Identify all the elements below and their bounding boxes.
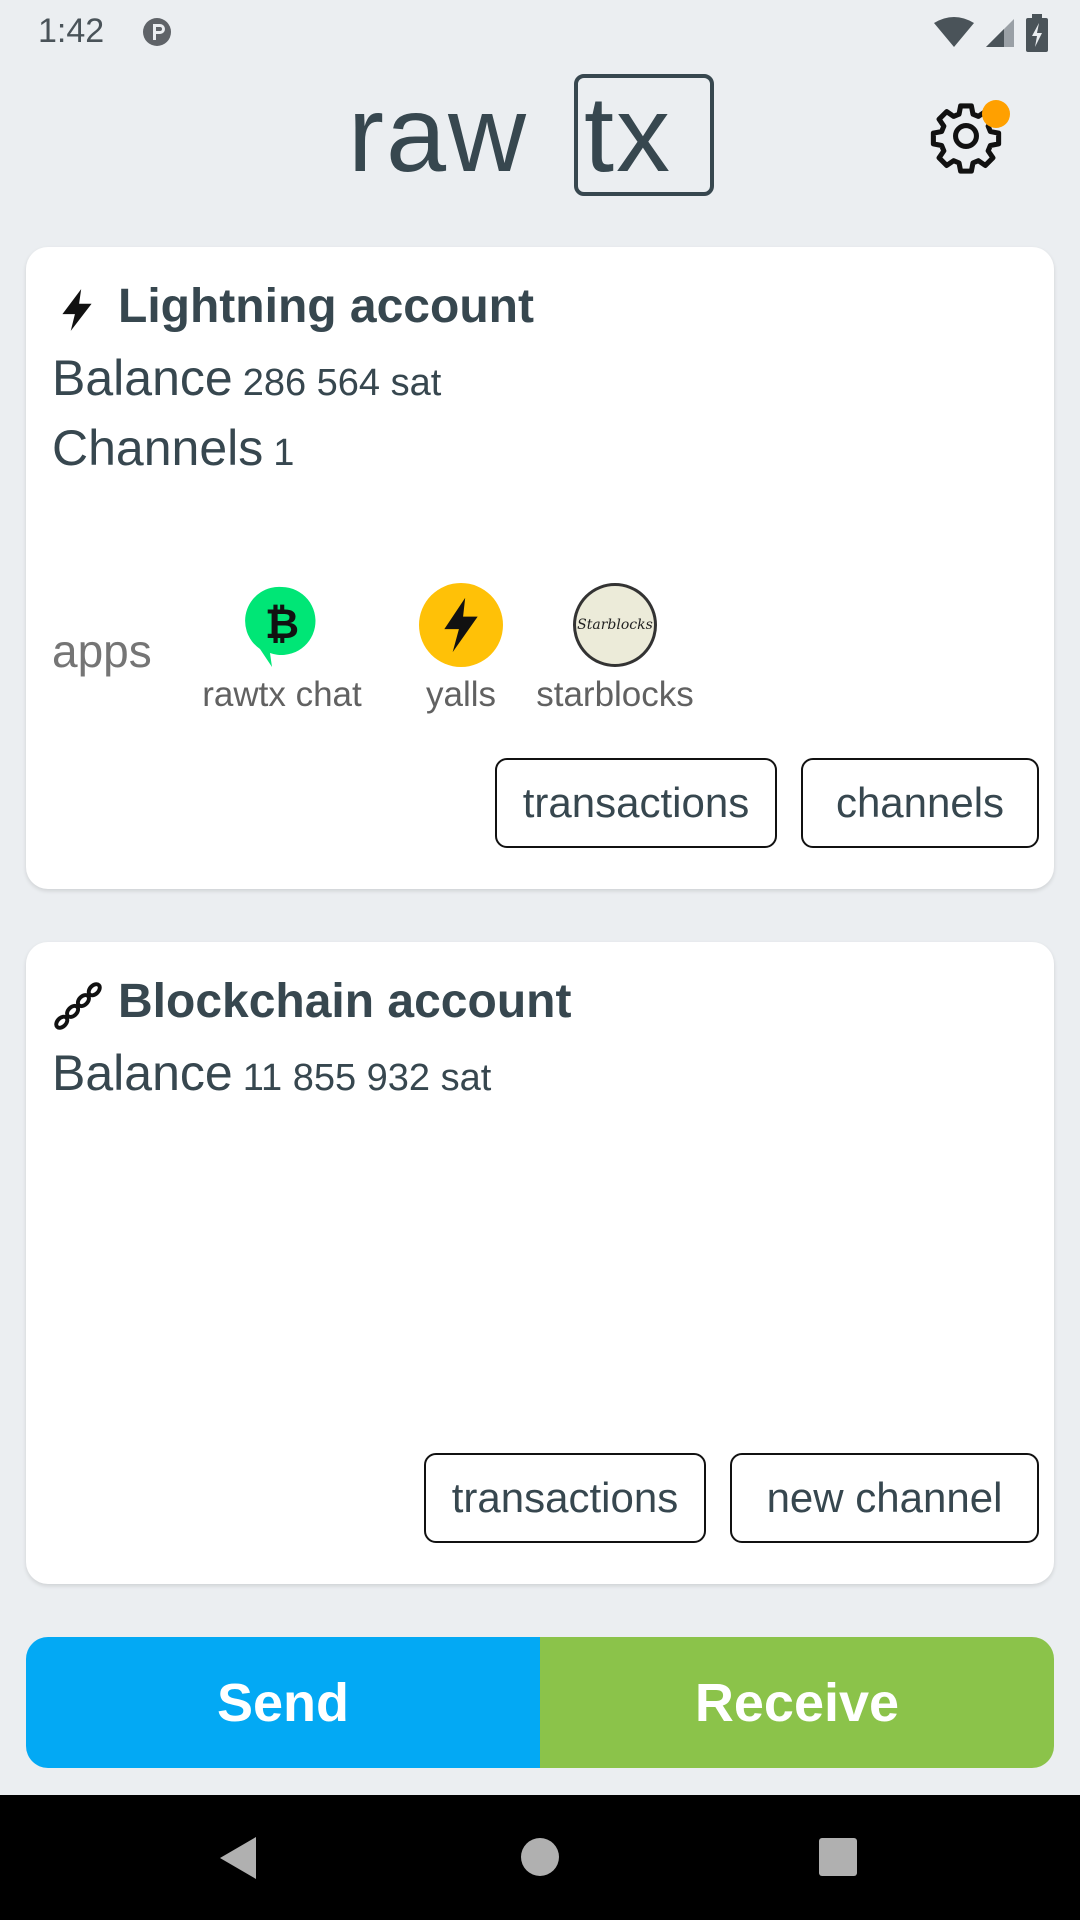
chain-link-icon xyxy=(54,982,102,1030)
lightning-account-card: Lightning account Balance 286 564 sat Cha… xyxy=(26,247,1054,889)
home-icon[interactable] xyxy=(520,1837,560,1877)
back-icon[interactable] xyxy=(216,1835,260,1881)
logo-text-raw: raw xyxy=(348,73,529,194)
apps-label: apps xyxy=(52,625,152,677)
lightning-channels: Channels 1 xyxy=(52,419,294,477)
system-navigation-bar xyxy=(0,1795,1080,1920)
play-protect-icon xyxy=(143,18,171,46)
cellular-signal-icon xyxy=(986,19,1014,47)
send-receive-bar: Send Receive xyxy=(26,1637,1054,1768)
svg-text:₿: ₿ xyxy=(265,599,299,648)
lightning-balance: Balance 286 564 sat xyxy=(52,349,441,407)
blockchain-title: Blockchain account xyxy=(118,975,572,1028)
app-rawtx-chat[interactable]: ₿ rawtx chat xyxy=(194,583,370,715)
balance-value: 11 855 932 sat xyxy=(242,1057,492,1099)
status-icons xyxy=(934,14,1048,52)
app-name: starblocks xyxy=(536,675,694,714)
blockchain-transactions-button[interactable]: transactions xyxy=(424,1453,706,1543)
wifi-icon xyxy=(934,17,974,47)
logo-text-tx: tx xyxy=(584,73,673,194)
lightning-title: Lightning account xyxy=(118,280,534,333)
lightning-bolt-icon xyxy=(62,289,92,331)
channels-button[interactable]: channels xyxy=(801,758,1039,848)
status-time: 1:42 xyxy=(38,12,105,50)
balance-label: Balance xyxy=(52,350,233,406)
blockchain-balance: Balance 11 855 932 sat xyxy=(52,1044,491,1102)
balance-value: 286 564 sat xyxy=(242,362,442,404)
lightning-transactions-button[interactable]: transactions xyxy=(495,758,777,848)
recents-icon[interactable] xyxy=(818,1837,858,1877)
bolt-icon xyxy=(419,583,503,667)
settings-notification-dot xyxy=(982,100,1010,128)
status-bar: 1:42 xyxy=(0,0,1080,63)
app-name: rawtx chat xyxy=(202,675,362,714)
starblocks-icon: Starblocks xyxy=(573,583,657,667)
balance-label: Balance xyxy=(52,1045,233,1101)
app-starblocks[interactable]: Starblocks starblocks xyxy=(506,583,724,715)
battery-charging-icon xyxy=(1026,14,1048,52)
new-channel-button[interactable]: new channel xyxy=(730,1453,1039,1543)
receive-button[interactable]: Receive xyxy=(540,1637,1054,1768)
app-logo: raw tx xyxy=(348,72,720,202)
blockchain-account-card: Blockchain account Balance 11 855 932 sat… xyxy=(26,942,1054,1584)
channels-value: 1 xyxy=(273,432,295,474)
bitcoin-chat-icon: ₿ xyxy=(245,586,316,667)
send-button[interactable]: Send xyxy=(26,1637,540,1768)
channels-label: Channels xyxy=(52,420,264,476)
